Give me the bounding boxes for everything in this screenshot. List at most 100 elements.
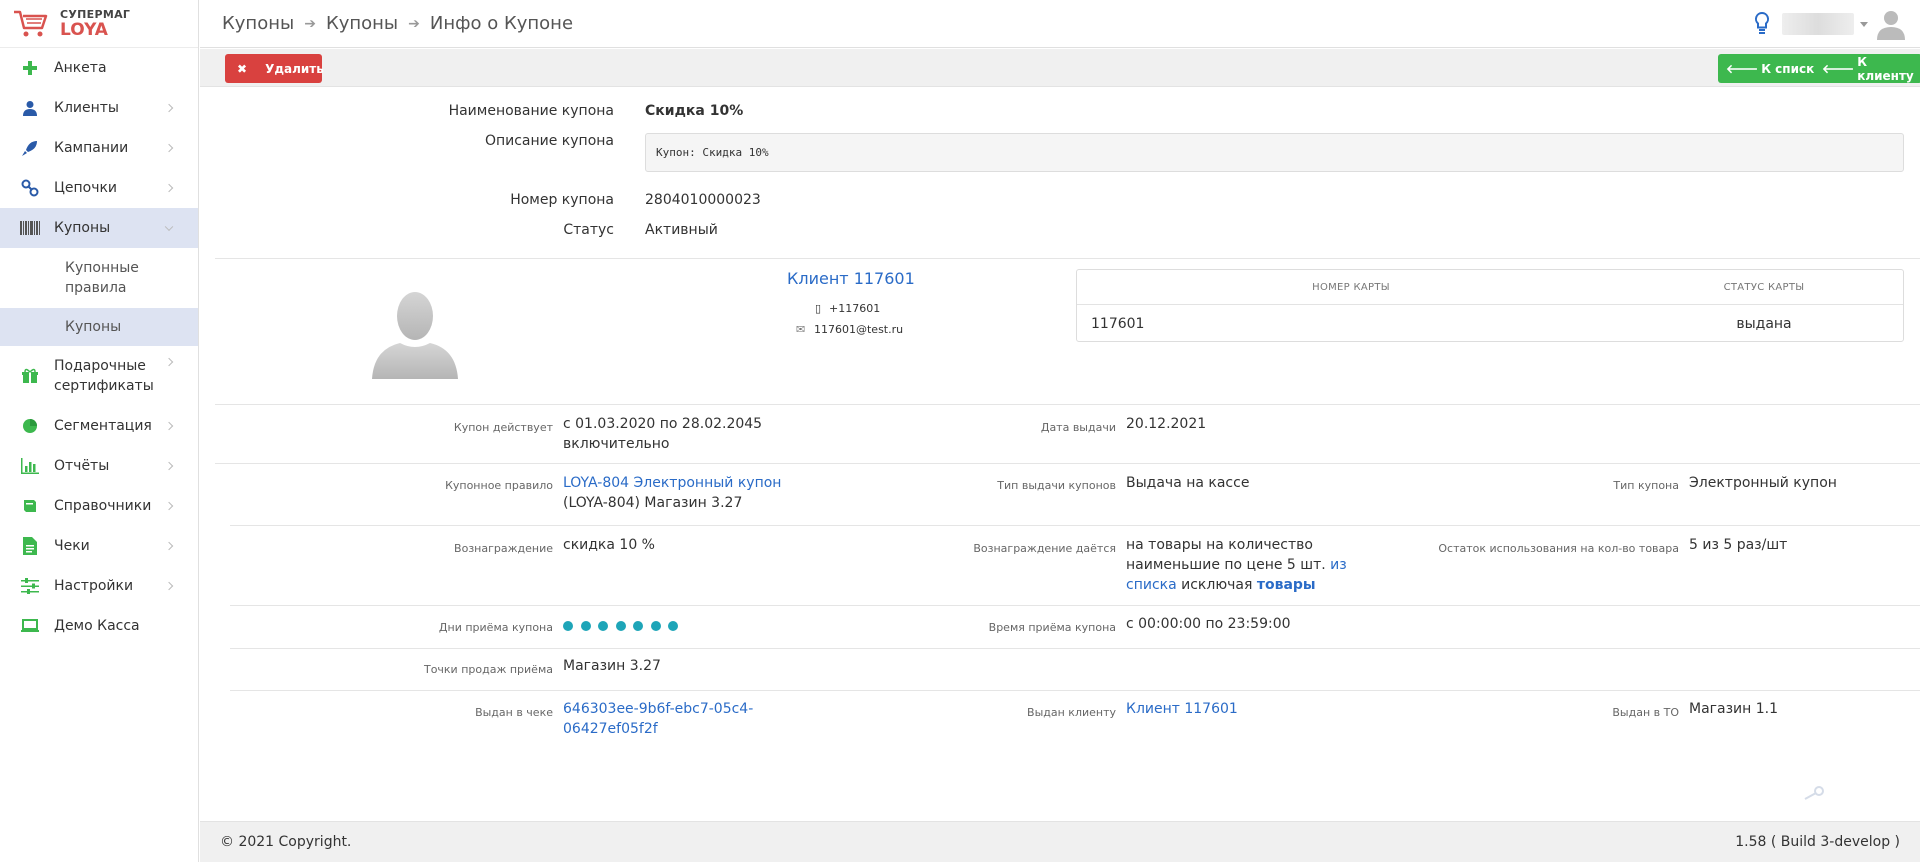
sidebar-item-coupons[interactable]: Купоны [0, 208, 198, 248]
sidebar-item-demo-pos[interactable]: Демо Касса [0, 606, 198, 646]
remaining-label: Остаток использования на кол-во товара [1438, 542, 1679, 555]
table-cell-card-number: 117601 [1091, 316, 1145, 332]
receipt-link-2[interactable]: 06427ef05f2f [563, 719, 658, 739]
client-name-link[interactable]: Клиент 117601 [787, 269, 915, 289]
sidebar-item-reports[interactable]: Отчёты [0, 446, 198, 486]
sidebar-item-gift-certificates[interactable]: Подарочные сертификаты [0, 346, 198, 406]
top-bar: Купоны ➔ Купоны ➔ Инфо о Купоне [200, 0, 1920, 48]
laptop-icon [20, 616, 40, 636]
coupon-rule-link[interactable]: LOYA-804 Электронный купон [563, 473, 781, 493]
client-avatar [372, 292, 458, 379]
coupon-rule-detail: (LOYA-804) Магазин 3.27 [563, 495, 743, 511]
valid-value-1: с 01.03.2020 по 28.02.2045 [563, 416, 763, 432]
reward-given-text: наименьшие по цене 5 шт. [1126, 557, 1326, 573]
divider [230, 690, 1920, 691]
copyright: © 2021 Copyright. [220, 834, 352, 850]
sidebar-item-label: Цепочки [54, 180, 118, 196]
issued-to-label: Выдан в ТО [1612, 706, 1679, 719]
chevron-right-icon [164, 143, 174, 153]
coupon-status-value: Активный [645, 222, 718, 238]
sidebar-item-label: Купоны [54, 220, 111, 236]
arrow-left-icon: 🡐 [1726, 62, 1759, 76]
sidebar-menu: Анкета Клиенты Кампании Цепочки Купоны К… [0, 48, 198, 646]
delete-button[interactable]: ✖ Удалить [225, 54, 324, 83]
time-value: с 00:00:00 по 23:59:00 [1126, 616, 1291, 632]
username-blurred[interactable] [1782, 13, 1854, 35]
issue-type-value: Выдача на кассе [1126, 475, 1250, 491]
issue-type-label: Тип выдачи купонов [997, 479, 1116, 492]
sidebar-item-campaigns[interactable]: Кампании [0, 128, 198, 168]
sidebar-subitem-coupon-rules[interactable]: Купонные правила [0, 248, 198, 308]
sidebar-subitem-coupons[interactable]: Купоны [0, 308, 198, 346]
reward-value: скидка 10 % [563, 537, 655, 553]
sidebar: СУПЕРМАГ LOYA Анкета Клиенты Кампании Це… [0, 0, 199, 862]
goods-link[interactable]: товары [1257, 577, 1316, 593]
sidebar-item-label: Сегментация [54, 418, 152, 434]
coupon-number-label: Номер купона [510, 192, 614, 208]
to-client-button[interactable]: 🡐 К клиенту [1814, 54, 1920, 83]
reward-given-line3: списка исключая товары [1126, 575, 1316, 595]
arrow-right-icon: ➔ [304, 15, 316, 32]
main-content: Наименование купона Скидка 10% Описание … [200, 87, 1920, 821]
day-dot [633, 621, 643, 631]
to-list-button-label: К списку [1761, 61, 1823, 76]
caret-down-icon[interactable] [1860, 21, 1868, 27]
breadcrumb-item[interactable]: Купоны [222, 13, 294, 34]
sidebar-item-settings[interactable]: Настройки [0, 566, 198, 606]
chevron-right-icon [164, 541, 174, 551]
logo[interactable]: СУПЕРМАГ LOYA [0, 0, 198, 48]
reward-given-line2: наименьшие по цене 5 шт. из [1126, 555, 1347, 575]
from-list-link[interactable]: из [1330, 557, 1347, 573]
divider [215, 404, 1920, 405]
sidebar-item-label: Настройки [54, 578, 134, 594]
breadcrumb: Купоны ➔ Купоны ➔ Инфо о Купоне [200, 13, 573, 34]
chevron-right-icon [164, 421, 174, 431]
chevron-right-icon [164, 183, 174, 193]
chevron-right-icon [164, 461, 174, 471]
sidebar-item-receipts[interactable]: Чеки [0, 526, 198, 566]
sliders-icon [20, 576, 40, 596]
issued-date-label: Дата выдачи [1040, 421, 1116, 434]
receipt-link-1[interactable]: 646303ee-9b6f-ebc7-05c4- [563, 699, 753, 719]
arrow-left-icon: 🡐 [1822, 62, 1855, 76]
close-icon: ✖ [237, 61, 248, 76]
breadcrumb-item[interactable]: Купоны [326, 13, 398, 34]
from-list-link[interactable]: списка [1126, 577, 1177, 593]
client-phone: +117601 [829, 302, 881, 315]
phone-icon: ▯ [815, 302, 822, 315]
sidebar-item-label: Клиенты [54, 100, 119, 116]
coupon-desc-label: Описание купона [484, 133, 614, 149]
user-icon [20, 98, 40, 118]
coupon-number-value: 2804010000023 [645, 192, 761, 208]
cards-table: НОМЕР КАРТЫ СТАТУС КАРТЫ 117601 выдана [1076, 269, 1904, 342]
sidebar-item-chains[interactable]: Цепочки [0, 168, 198, 208]
lightbulb-icon[interactable] [1754, 11, 1770, 37]
plus-icon [20, 58, 40, 78]
valid-value-2: включительно [563, 436, 670, 452]
day-dot [580, 621, 591, 631]
chevron-right-icon [164, 581, 174, 591]
pie-icon [20, 416, 40, 436]
logo-line2: LOYA [60, 19, 108, 40]
table-header: НОМЕР КАРТЫ [1077, 270, 1625, 305]
receipt-icon [20, 536, 40, 556]
sidebar-item-directories[interactable]: Справочники [0, 486, 198, 526]
sidebar-item-clients[interactable]: Клиенты [0, 88, 198, 128]
cart-logo-icon [14, 10, 48, 36]
chain-icon [20, 178, 40, 198]
breadcrumb-current: Инфо о Купоне [429, 13, 574, 34]
toolbar: ✖ Удалить 🡐 К списку 🡐 К клиенту [200, 49, 1920, 87]
avatar[interactable] [1876, 8, 1906, 40]
issued-client-link[interactable]: Клиент 117601 [1126, 699, 1238, 719]
reward-given-label: Вознаграждение даётся [973, 542, 1116, 555]
divider [215, 258, 1920, 259]
sidebar-item-segmentation[interactable]: Сегментация [0, 406, 198, 446]
user-area [1754, 8, 1906, 40]
remaining-value: 5 из 5 раз/шт [1689, 537, 1788, 553]
sidebar-item-anketa[interactable]: Анкета [0, 48, 198, 88]
sidebar-item-label: Анкета [54, 60, 107, 76]
barcode-icon [20, 218, 40, 238]
coupon-status-label: Статус [563, 222, 614, 238]
reward-label: Вознаграждение [454, 542, 553, 555]
coupon-rule-label: Купонное правило [445, 479, 553, 492]
